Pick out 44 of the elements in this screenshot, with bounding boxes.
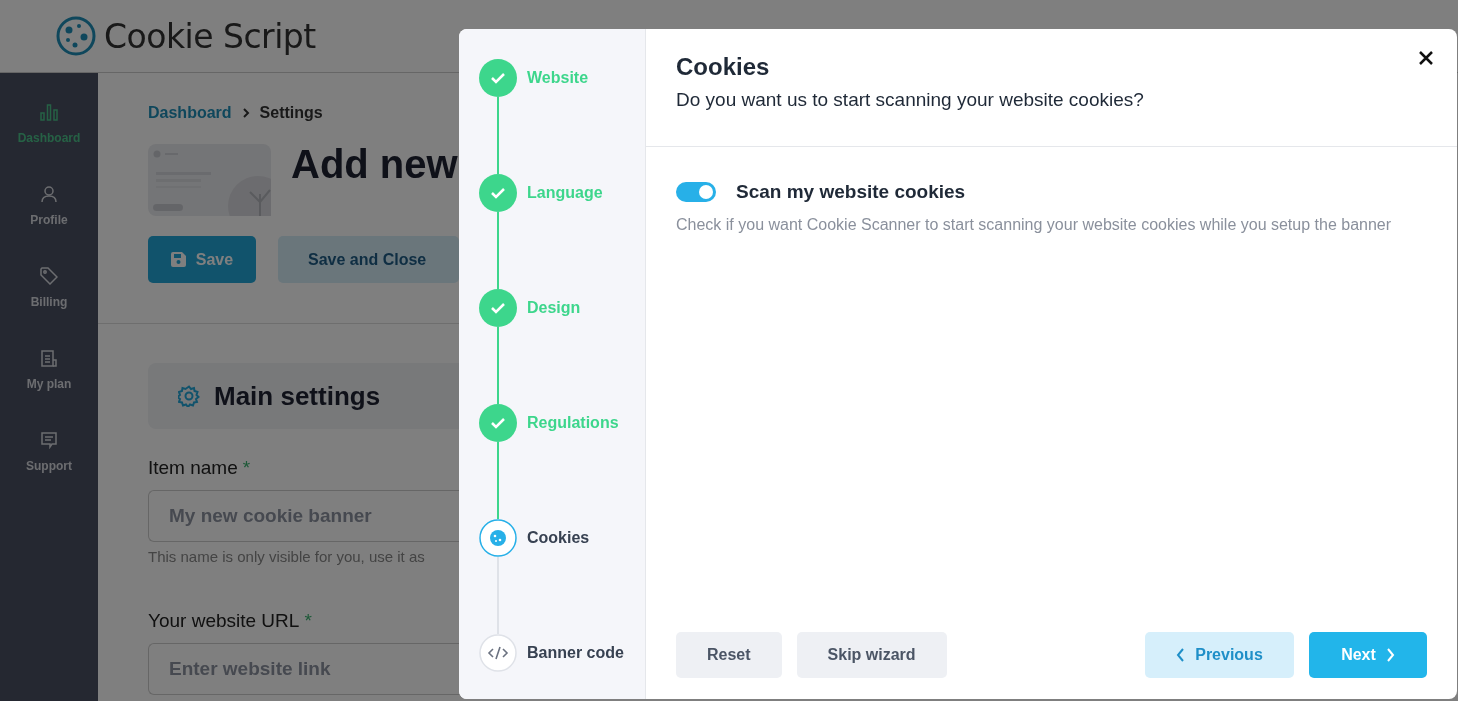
next-button[interactable]: Next [1309, 632, 1427, 678]
chevron-icon [241, 108, 250, 118]
save-icon [170, 252, 186, 267]
footer-button[interactable]: Reset [676, 632, 782, 678]
section-title: Main settings [214, 380, 381, 412]
dialog-subtitle: Do you want us to start scanning your website cookies? [676, 89, 1145, 111]
field-label: Item name * [148, 457, 252, 479]
dialog-title: Cookies [676, 53, 771, 81]
logo-text: Cookie Script [104, 16, 316, 56]
previous-button[interactable]: Previous [1145, 632, 1294, 678]
settings-icon [178, 385, 200, 407]
sidebar-item[interactable]: My plan [26, 349, 72, 391]
required-mark: * [304, 610, 312, 631]
chevron-left-icon [1176, 648, 1186, 662]
chevron-right-icon [1385, 648, 1395, 662]
sidebar-item[interactable]: Billing [30, 267, 68, 309]
user-icon [40, 185, 58, 203]
field-hint: This name is only visible for you, use it as [148, 548, 426, 565]
action-button[interactable]: Save and Close [277, 236, 459, 283]
footer-button[interactable]: Skip wizard [796, 632, 947, 678]
required-mark: * [242, 457, 251, 478]
page-title: Add new [291, 144, 458, 184]
sidebar-item[interactable]: Dashboard [17, 103, 81, 145]
sidebar-item[interactable]: Support [26, 431, 72, 473]
breadcrumb-current: Settings [259, 104, 323, 122]
close-icon[interactable] [1419, 51, 1433, 65]
breadcrumb-link[interactable]: Dashboard [148, 104, 232, 122]
tag-icon [40, 267, 58, 285]
step-label[interactable]: Language [527, 174, 603, 212]
step-label[interactable]: Cookies [527, 519, 590, 557]
chat-icon [40, 431, 58, 449]
action-button[interactable]: Save [148, 236, 256, 283]
cookie-logo-icon [56, 16, 96, 56]
bar-chart-icon [40, 103, 58, 121]
sidebar-item[interactable]: Profile [30, 185, 68, 227]
option-label: Scan my website cookies [736, 181, 966, 203]
step-label[interactable]: Banner code [527, 634, 624, 672]
document-icon [40, 349, 58, 367]
step-label[interactable]: Design [527, 289, 581, 327]
toggle-switch[interactable] [676, 182, 716, 202]
step-label[interactable]: Website [527, 59, 589, 97]
field-label: Your website URL * [148, 610, 313, 632]
option-description: Check if you want Cookie Scanner to start scanning your website cookies while you setup the banner [676, 215, 1393, 235]
step-label[interactable]: Regulations [527, 404, 619, 442]
